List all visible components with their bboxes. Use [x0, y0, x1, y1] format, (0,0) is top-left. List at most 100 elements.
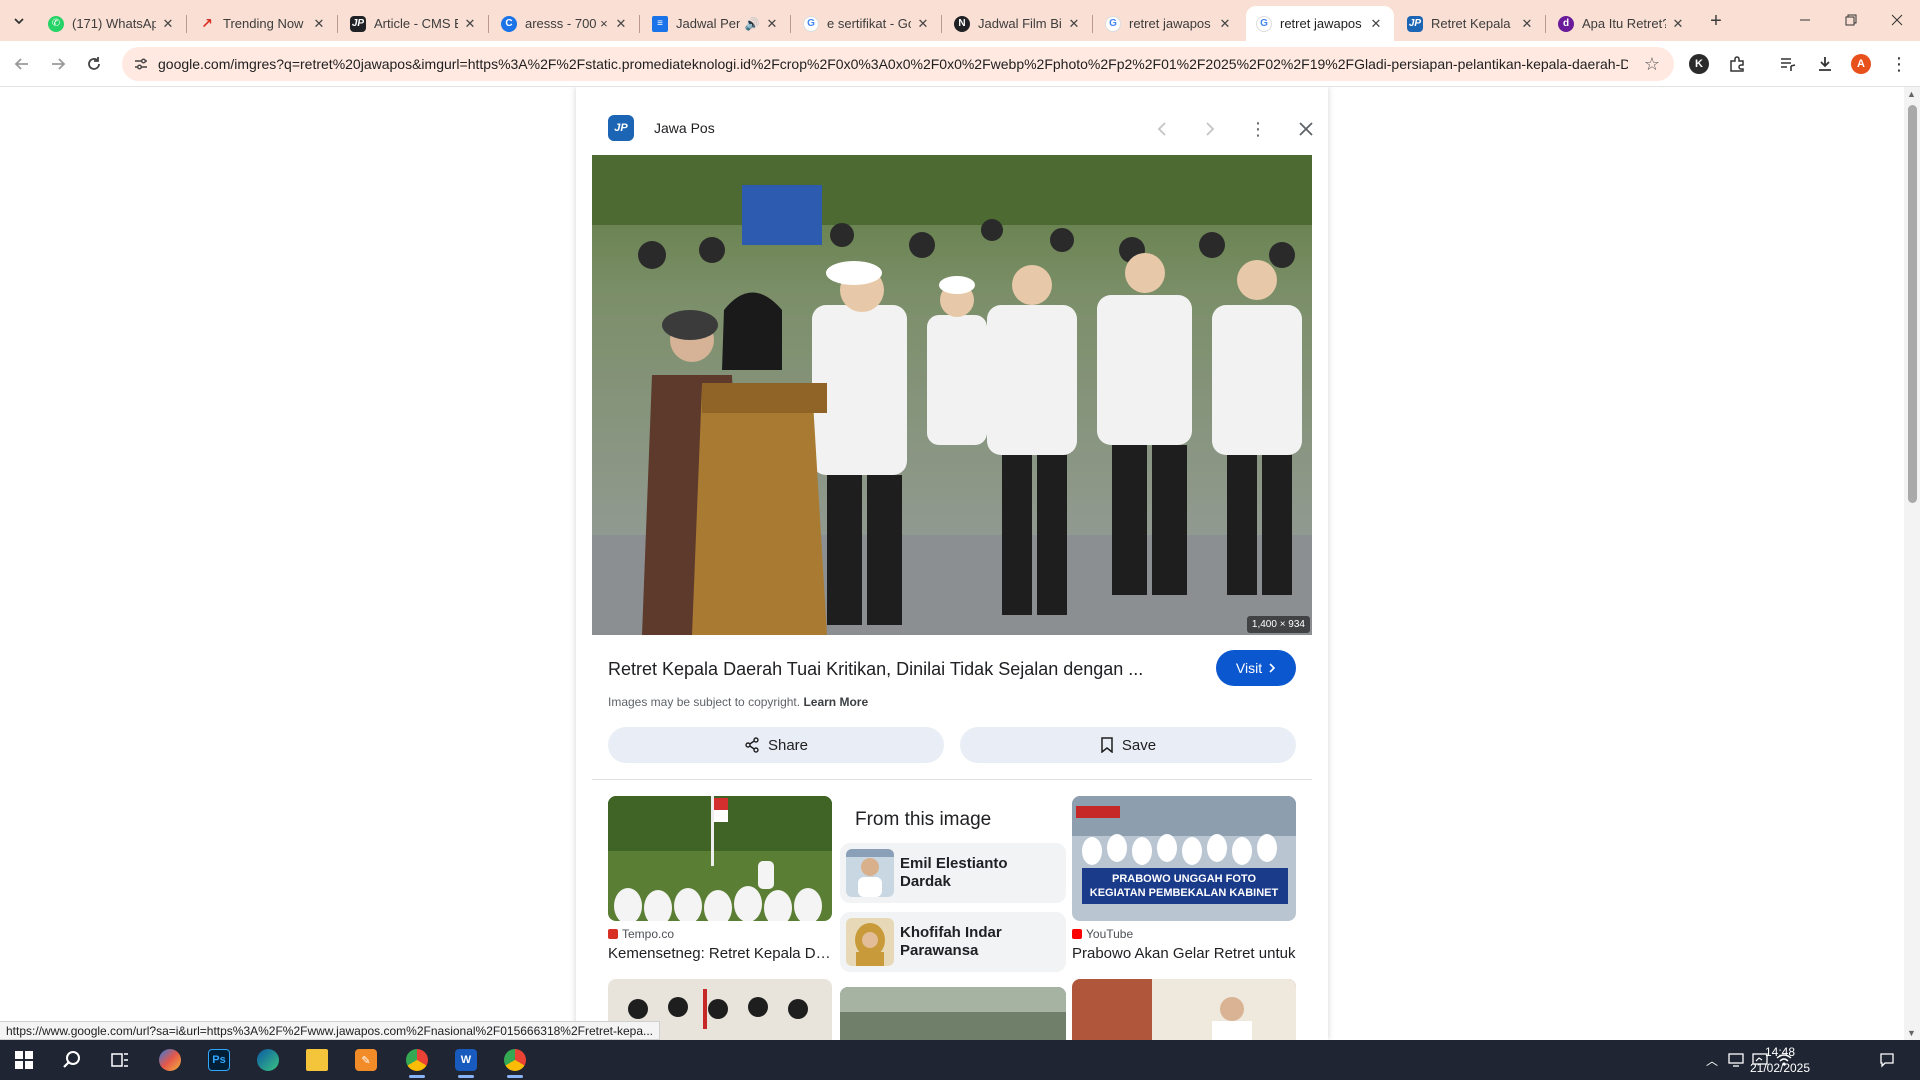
tab-5[interactable]: G e sertifikat - Go ✕	[793, 6, 942, 41]
restore-button[interactable]	[1828, 0, 1874, 40]
scroll-down-icon[interactable]: ▼	[1907, 1028, 1916, 1038]
back-button[interactable]	[8, 50, 36, 78]
close-tab-icon[interactable]: ✕	[1670, 16, 1686, 32]
chrome-app[interactable]	[397, 1044, 437, 1078]
related-thumbnail[interactable]: PRABOWO UNGGAH FOTO KEGIATAN PEMBEKALAN …	[1072, 796, 1296, 921]
tab-1[interactable]: ↗ Trending Now ✕	[189, 6, 338, 41]
forward-button[interactable]	[44, 50, 72, 78]
close-tab-icon[interactable]: ✕	[764, 16, 780, 32]
panel-header: JP Jawa Pos ⋮	[608, 115, 1313, 143]
site-info-icon[interactable]	[132, 55, 150, 73]
related-thumbnail[interactable]	[608, 796, 832, 921]
source-name[interactable]: Jawa Pos	[654, 120, 715, 136]
speaker-icon[interactable]: 🔊	[744, 16, 760, 32]
reload-button[interactable]	[80, 50, 108, 78]
browser-menu-button[interactable]: ⋮	[1886, 51, 1912, 77]
chrome-profile-app[interactable]	[495, 1044, 535, 1078]
entity-chip[interactable]: Emil Elestianto Dardak	[840, 843, 1066, 903]
address-bar[interactable]: google.com/imgres?q=retret%20jawapos&img…	[122, 47, 1674, 81]
crowd-photo	[592, 155, 1312, 635]
previous-button[interactable]	[1148, 115, 1176, 143]
next-button[interactable]	[1196, 115, 1224, 143]
start-button[interactable]	[4, 1044, 44, 1076]
tab-8-active[interactable]: G retret jawapos ✕	[1246, 6, 1394, 41]
download-icon	[1819, 57, 1831, 71]
related-thumbnail[interactable]	[840, 987, 1066, 1040]
close-tab-icon[interactable]: ✕	[1368, 16, 1384, 32]
entity-photo	[846, 918, 894, 966]
tab-4[interactable]: ≡ Jadwal Pen 🔊 ✕	[642, 6, 791, 41]
close-tab-icon[interactable]: ✕	[160, 16, 176, 32]
bookmark-star-icon[interactable]: ☆	[1644, 54, 1660, 75]
learn-more-link[interactable]: Learn More	[803, 695, 868, 709]
close-tab-icon[interactable]: ✕	[1519, 16, 1535, 32]
main-preview-image[interactable]: 1,400 × 934	[592, 155, 1312, 635]
related-result-card[interactable]	[840, 987, 1066, 1040]
close-tab-icon[interactable]: ✕	[1066, 16, 1082, 32]
profile-avatar[interactable]: A	[1851, 54, 1871, 74]
more-vertical-icon: ⋮	[1890, 54, 1908, 74]
tab-10[interactable]: d Apa Itu Retret? ✕	[1548, 6, 1696, 41]
section-divider	[592, 779, 1312, 780]
page-scrollbar[interactable]: ▲ ▼	[1904, 87, 1920, 1040]
entity-chip[interactable]: Khofifah Indar Parawansa	[840, 912, 1066, 972]
close-window-button[interactable]	[1874, 0, 1920, 40]
image-preview-panel: JP Jawa Pos ⋮ 1,400 × 934 Retret Kepala …	[576, 87, 1328, 1040]
page-content: JP Jawa Pos ⋮ 1,400 × 934 Retret Kepala …	[0, 87, 1920, 1040]
tab-title: retret jawapos	[1280, 16, 1362, 31]
tab-title: (171) WhatsApp	[72, 16, 156, 31]
share-button[interactable]: Share	[608, 727, 944, 763]
edge-app[interactable]	[248, 1044, 288, 1076]
save-button[interactable]: Save	[960, 727, 1296, 763]
more-options-button[interactable]: ⋮	[1244, 115, 1272, 143]
close-tab-icon[interactable]: ✕	[462, 16, 478, 32]
related-result-card[interactable]: PRABOWO UNGGAH FOTO KEGIATAN PEMBEKALAN …	[1072, 796, 1296, 962]
related-title[interactable]: Prabowo Akan Gelar Retret untuk	[1072, 945, 1296, 962]
related-result-card[interactable]: Tempo.co Kemensetneg: Retret Kepala Daer…	[608, 796, 832, 962]
close-tab-icon[interactable]: ✕	[613, 16, 629, 32]
downloads-button[interactable]	[1812, 51, 1838, 77]
photoshop-app[interactable]: Ps	[199, 1044, 239, 1076]
taskbar-clock[interactable]: 14:48 21/02/2025	[1740, 1044, 1820, 1076]
scroll-up-icon[interactable]: ▲	[1907, 89, 1916, 99]
jp-icon: JP	[350, 15, 366, 32]
profile-k-icon[interactable]: K	[1689, 54, 1709, 74]
tab-7[interactable]: G retret jawapos ✕	[1095, 6, 1243, 41]
search-button[interactable]	[52, 1044, 92, 1076]
tab-search-button[interactable]	[6, 8, 32, 34]
tab-3[interactable]: C aresss - 700 × ✕	[491, 6, 640, 41]
related-title[interactable]: Kemensetneg: Retret Kepala Daerah	[608, 945, 832, 962]
paint-app[interactable]: ✎	[346, 1044, 386, 1076]
tab-0[interactable]: ✆ (171) WhatsApp ✕	[38, 6, 187, 41]
tab-9[interactable]: JP Retret Kepala D ✕	[1397, 6, 1546, 41]
d-icon: d	[1558, 15, 1574, 32]
notifications-icon[interactable]	[1878, 1051, 1896, 1069]
close-tab-icon[interactable]: ✕	[915, 16, 931, 32]
visit-button[interactable]: Visit	[1216, 650, 1296, 686]
tab-2[interactable]: JP Article - CMS E ✕	[340, 6, 489, 41]
close-panel-button[interactable]	[1292, 115, 1320, 143]
tab-separator	[1545, 15, 1546, 33]
copilot-app[interactable]	[150, 1044, 190, 1076]
task-view-button[interactable]	[100, 1044, 140, 1076]
extensions-button[interactable]	[1724, 51, 1750, 77]
new-tab-button[interactable]: +	[1704, 9, 1728, 33]
jawapos-logo-icon[interactable]: JP	[608, 115, 634, 141]
chevron-up-icon[interactable]: ︿	[1703, 1051, 1721, 1069]
close-icon	[1299, 122, 1313, 136]
minimize-button[interactable]	[1782, 0, 1828, 40]
result-title-link[interactable]: Retret Kepala Daerah Tuai Kritikan, Dini…	[608, 659, 1148, 680]
file-explorer-app[interactable]	[297, 1044, 337, 1076]
close-tab-icon[interactable]: ✕	[311, 16, 327, 32]
browser-toolbar: google.com/imgres?q=retret%20jawapos&img…	[0, 41, 1920, 87]
url-text[interactable]: google.com/imgres?q=retret%20jawapos&img…	[158, 56, 1628, 72]
related-result-card[interactable]	[1072, 979, 1296, 1040]
status-bar-url: https://www.google.com/url?sa=i&url=http…	[0, 1021, 660, 1040]
word-app[interactable]: W	[446, 1044, 486, 1078]
media-controls-button[interactable]	[1775, 51, 1801, 77]
close-tab-icon[interactable]: ✕	[1217, 16, 1233, 32]
word-icon: W	[455, 1049, 477, 1071]
tab-6[interactable]: N Jadwal Film Bio ✕	[944, 6, 1093, 41]
related-thumbnail[interactable]	[1072, 979, 1296, 1040]
scrollbar-thumb[interactable]	[1908, 105, 1917, 503]
